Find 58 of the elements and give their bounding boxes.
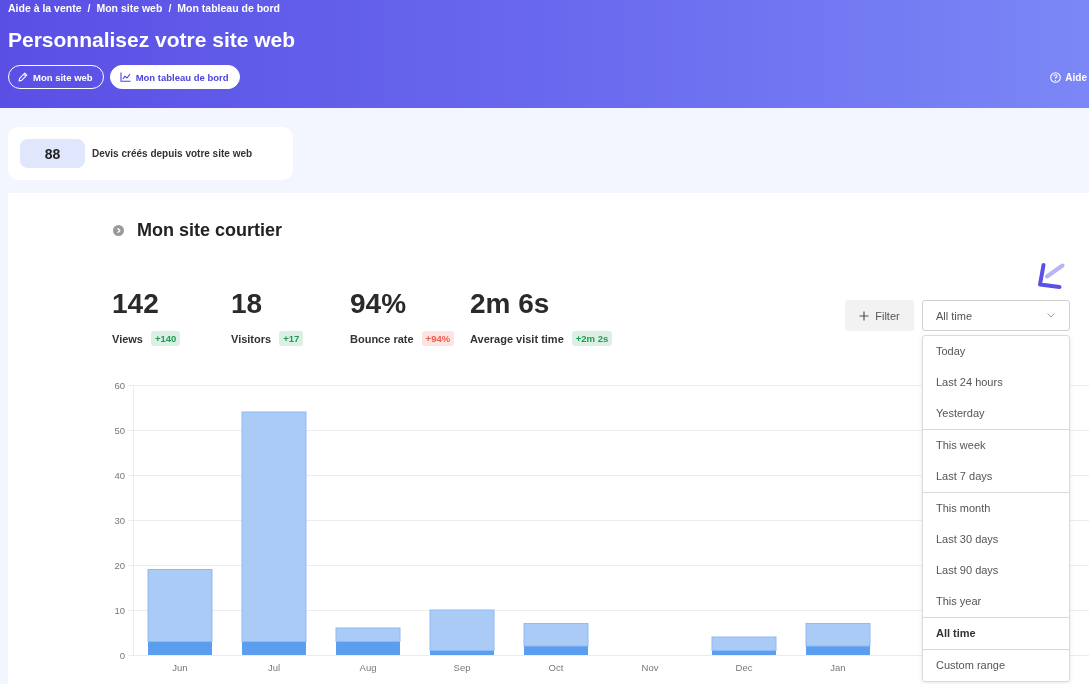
menu-option[interactable]: Yesterday [923,398,1069,429]
menu-option[interactable]: This year [923,586,1069,617]
change-badge: +140 [151,331,181,346]
y-axis-label: 10 [114,604,125,616]
plus-icon [859,310,870,321]
change-badge: +17 [279,331,304,346]
breadcrumb-link[interactable]: Aide à la vente [8,1,82,14]
chart-bar [335,627,401,642]
x-axis-label: Dec [735,662,753,673]
menu-option[interactable]: This week [923,430,1069,461]
menu-option[interactable]: All time [923,618,1069,649]
x-axis-label: Jul [267,662,281,673]
filter-button[interactable]: Filter [845,300,914,331]
x-axis-label: Nov [641,662,659,673]
y-axis-label: 20 [114,559,125,571]
menu-option[interactable]: Last 7 days [923,461,1069,492]
stat-label: Average visit time [470,332,564,345]
nav-button[interactable]: Mon tableau de bord [109,65,240,89]
section-title: Mon site courtier [137,219,283,242]
change-badge: +2m 2s [571,331,613,346]
pencil-icon [18,72,28,82]
menu-option[interactable]: Custom range [923,650,1069,681]
breadcrumb-separator: / [87,1,91,14]
y-axis-label: 0 [119,649,125,661]
breadcrumb-separator: / [168,1,172,14]
menu-option[interactable]: Today [923,336,1069,367]
stat-value: 18 [231,289,264,319]
quote-count: 88 [20,139,85,168]
x-axis-label: Oct [548,662,564,673]
breadcrumb-link[interactable]: Mon site web [96,1,163,14]
stat-label: Visitors [231,332,272,345]
menu-option[interactable]: Last 24 hours [923,367,1069,398]
chevron-down-icon [1047,313,1055,318]
stat-value: 2m 6s [470,289,551,319]
page-title: Personnalisez votre site web [8,27,297,53]
change-badge: +94% [421,331,455,346]
menu-option[interactable]: This month [923,493,1069,524]
x-axis-label: Jan [830,662,846,673]
breadcrumb-link[interactable]: Mon tableau de bord [177,1,280,14]
arrow-icon [1035,262,1065,290]
y-axis-label: 40 [114,469,125,481]
chevron-circle-icon [113,224,124,236]
stat-value: 142 [112,289,160,319]
x-axis-label: Aug [359,662,377,673]
stat-label: Bounce rate [350,332,414,345]
menu-option[interactable]: Last 30 days [923,524,1069,555]
summary-label: Devis créés depuis votre site web [92,148,253,159]
y-axis-label: 60 [114,379,125,391]
line-chart-icon [119,72,131,82]
x-axis-label: Sep [453,662,471,673]
date-range-select[interactable]: All time [922,300,1070,331]
stat-label: Views [112,332,143,345]
stat-value: 94% [350,289,408,319]
y-axis-label: 30 [114,514,125,526]
help-icon [1050,71,1062,83]
x-axis-label: Jun [172,662,188,673]
menu-option[interactable]: Last 90 days [923,555,1069,586]
y-axis-label: 50 [114,424,125,436]
